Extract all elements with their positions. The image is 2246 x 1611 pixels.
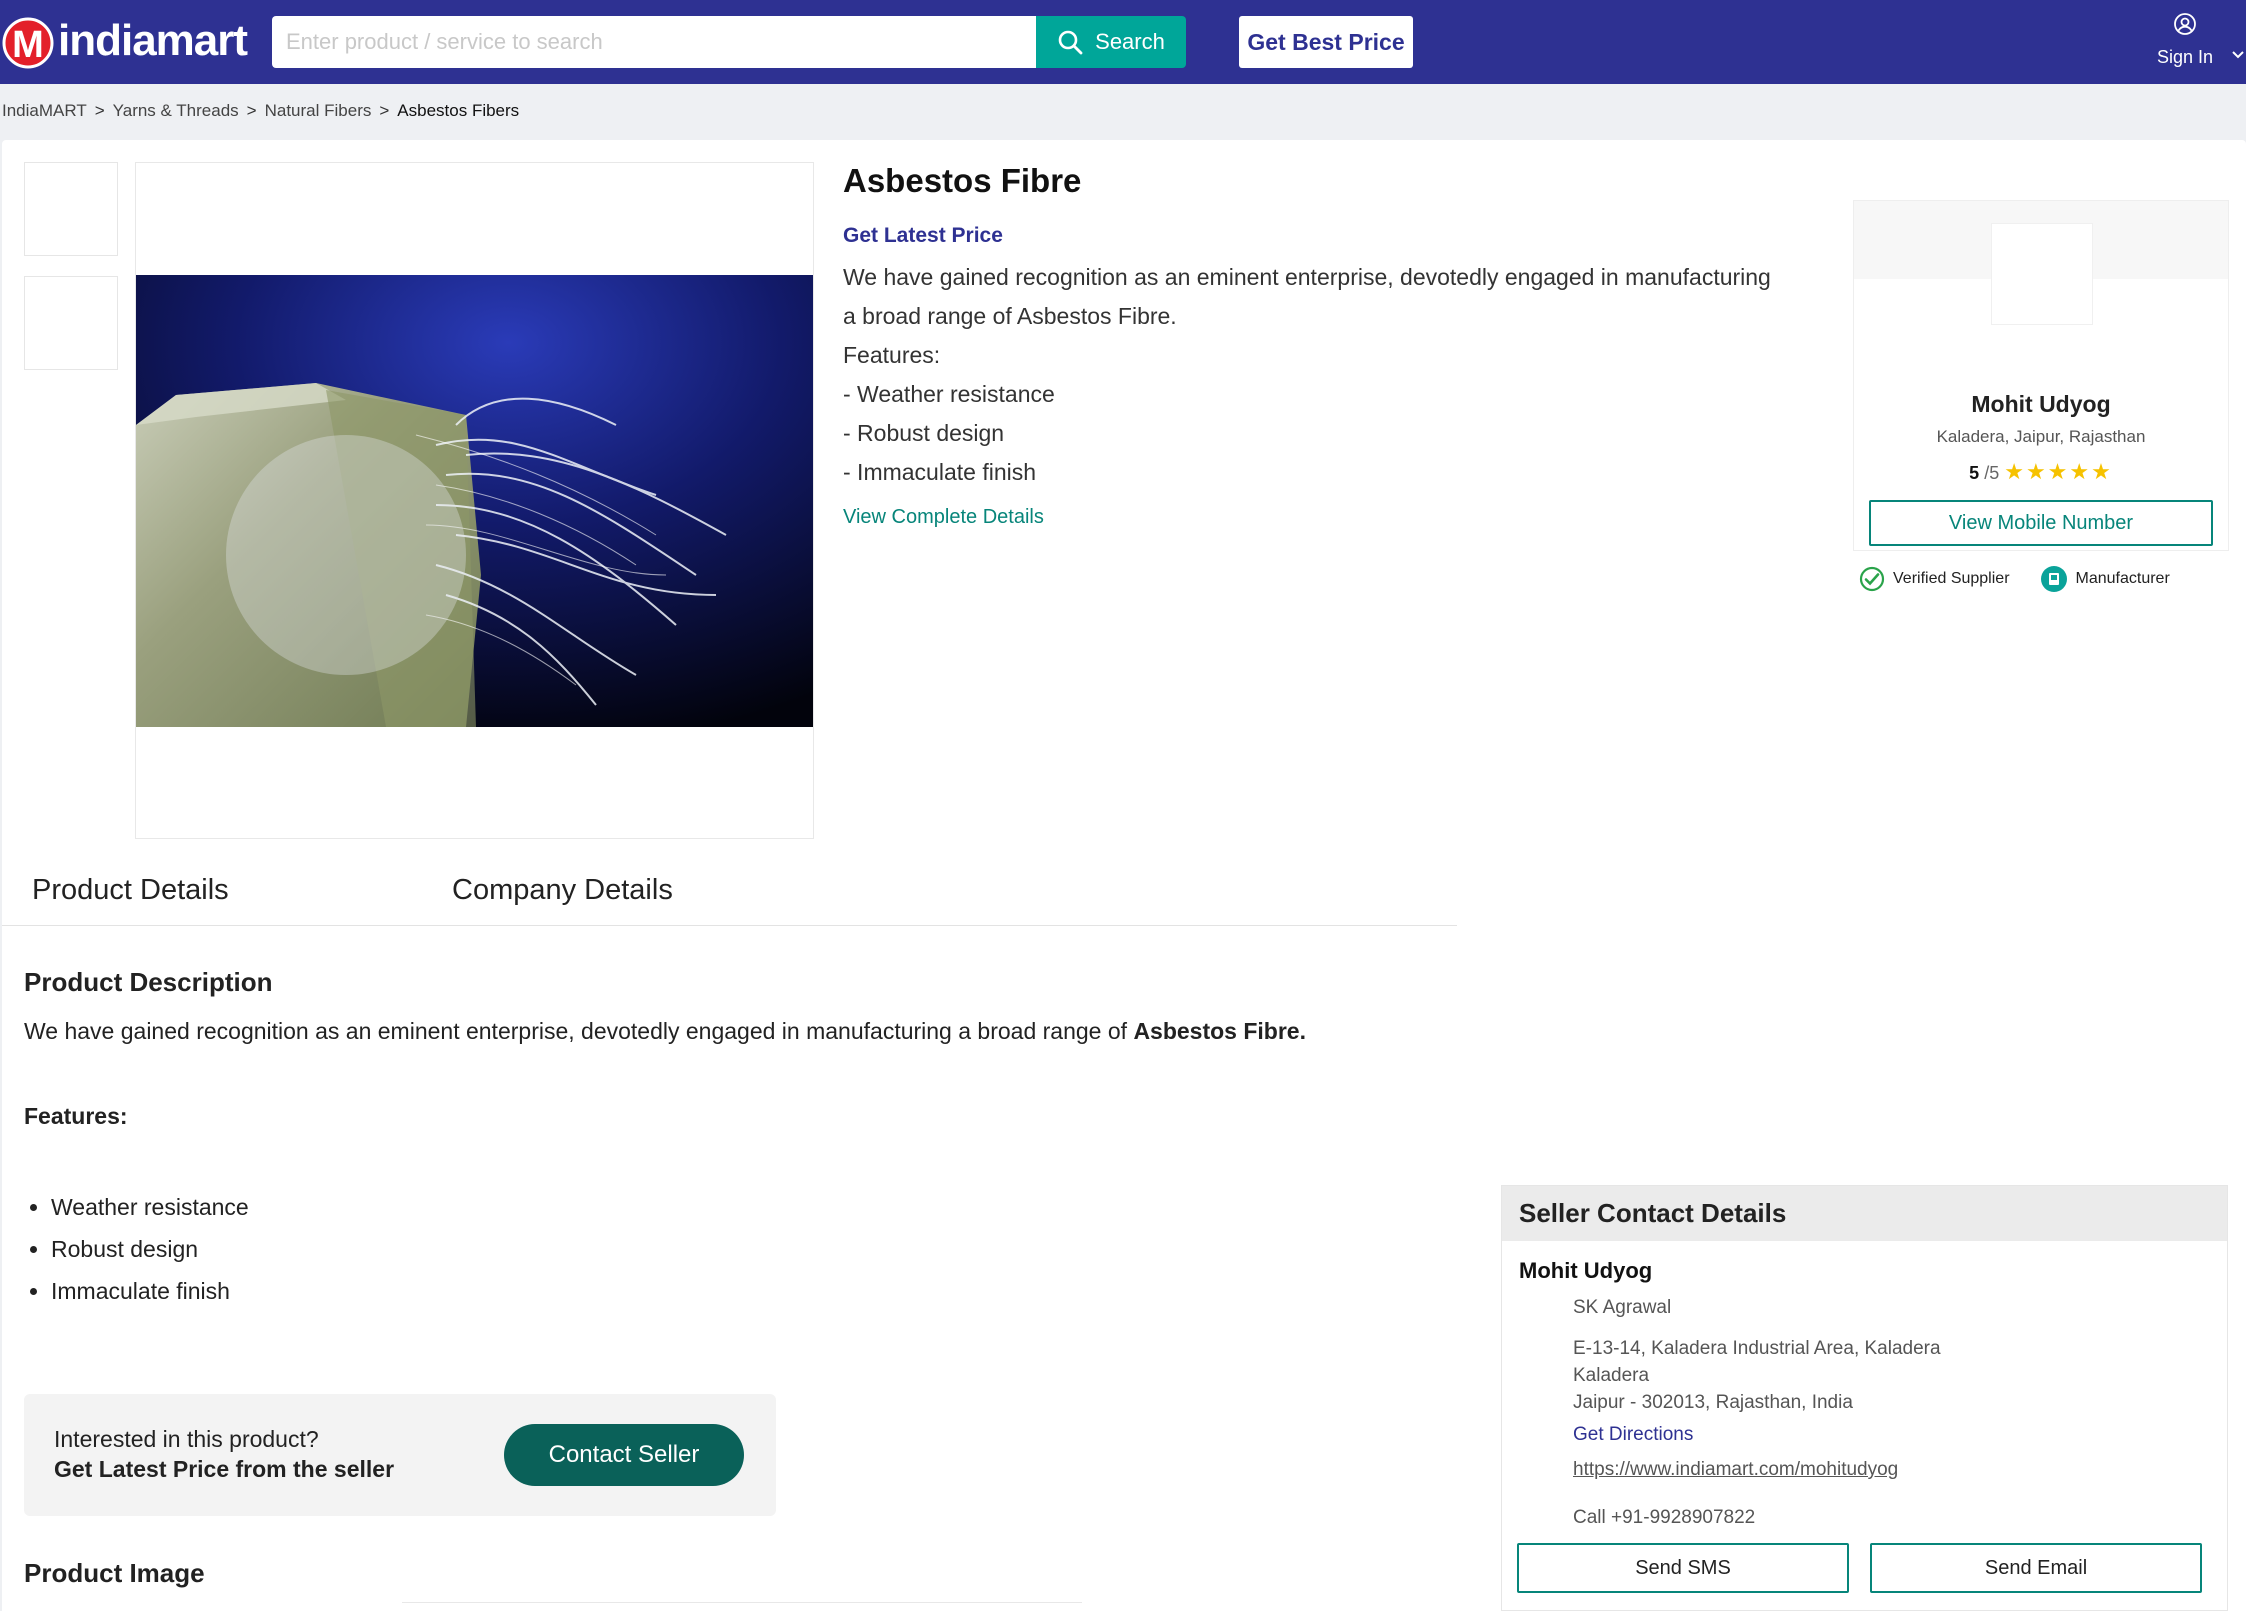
summary-line: a broad range of Asbestos Fibre. [843,303,1177,329]
verified-check-icon [1859,566,1885,592]
description-bold: Asbestos Fibre. [1133,1018,1306,1044]
search-icon [1058,30,1083,55]
contact-seller-button[interactable]: Contact Seller [504,1424,744,1486]
logo-text: indiamart [58,16,248,65]
verified-supplier-badge: Verified Supplier [1859,566,2010,592]
product-image-heading: Product Image [24,1558,205,1588]
summary-feature: - Immaculate finish [843,459,1037,485]
breadcrumb: IndiaMART > Yarns & Threads > Natural Fi… [2,101,519,121]
send-email-button[interactable]: Send Email [1870,1543,2202,1593]
search-button[interactable]: Search [1036,16,1186,68]
address-line: E-13-14, Kaladera Industrial Area, Kalad… [1573,1338,1941,1359]
breadcrumb-item[interactable]: Natural Fibers [265,101,372,121]
seller-logo[interactable] [1991,223,2093,325]
get-directions-link[interactable]: Get Directions [1573,1424,1693,1446]
product-thumbnail[interactable] [24,276,118,370]
detail-tabs: Product Details Company Details [2,855,1457,926]
product-description-text: We have gained recognition as an eminent… [24,1018,1306,1045]
chevron-down-icon[interactable] [2232,50,2244,60]
summary-feature: - Weather resistance [843,381,1055,407]
interest-question: Interested in this product? [54,1426,319,1452]
logo-mark-icon: M [0,13,56,69]
search-bar: Search [272,16,1186,68]
summary-feature: - Robust design [843,420,1005,446]
breadcrumb-separator: > [379,101,390,120]
address-line: Kaladera [1573,1365,1650,1386]
top-header: M indiamart Search Get Best Price Sign I… [0,0,2246,84]
get-best-price-button[interactable]: Get Best Price [1239,16,1413,68]
search-button-label: Search [1095,29,1165,54]
divider [402,1602,1082,1603]
send-sms-button[interactable]: Send SMS [1517,1543,1849,1593]
breadcrumb-current: Asbestos Fibers [397,101,520,120]
feature-item: Weather resistance [30,1186,249,1228]
description-plain: We have gained recognition as an eminent… [24,1018,1134,1044]
product-title: Asbestos Fibre [843,162,1082,199]
rating-value: 5 [1969,463,1980,483]
breadcrumb-separator: > [246,101,257,120]
seller-rating: 5 /5 ★★★★★ [1854,459,2228,485]
seller-badges: Verified Supplier Manufacturer [1859,565,2170,593]
seller-contact-heading: Seller Contact Details [1502,1186,2227,1241]
breadcrumb-item[interactable]: IndiaMART [2,101,87,121]
star-rating-icon: ★★★★★ [2004,459,2113,484]
manufacturer-label: Manufacturer [2075,570,2170,587]
features-list: Weather resistance Robust design Immacul… [30,1186,249,1312]
search-input[interactable] [272,16,1036,68]
manufacturer-icon [2040,566,2067,592]
breadcrumb-separator: > [94,101,105,120]
tab-product-details[interactable]: Product Details [32,874,229,907]
summary-line: We have gained recognition as an eminent… [843,264,1771,290]
get-latest-price-link[interactable]: Get Latest Price [843,224,1003,248]
seller-name[interactable]: Mohit Udyog [1854,391,2228,418]
seller-summary-card: Mohit Udyog Kaladera, Jaipur, Rajasthan … [1853,200,2229,592]
main-image-frame [135,162,814,839]
seller-location: Kaladera, Jaipur, Rajasthan [1936,427,2146,446]
summary-features-label: Features: [843,342,941,368]
product-image[interactable] [136,275,813,727]
svg-text:M: M [12,24,44,66]
contact-address: E-13-14, Kaladera Industrial Area, Kalad… [1573,1335,1941,1416]
product-description-heading: Product Description [24,967,273,997]
address-line: Jaipur - 302013, Rajasthan, India [1573,1392,1853,1413]
breadcrumb-item[interactable]: Yarns & Threads [113,101,239,121]
product-thumbnail[interactable] [24,162,118,256]
rating-scale: /5 [1984,463,2000,483]
feature-item: Robust design [30,1228,249,1270]
feature-item: Immaculate finish [30,1270,249,1312]
view-mobile-number-button[interactable]: View Mobile Number [1869,500,2213,546]
view-complete-details-link[interactable]: View Complete Details [843,506,1044,529]
manufacturer-badge: Manufacturer [2040,565,2170,593]
seller-website-link[interactable]: https://www.indiamart.com/mohitudyog [1573,1459,1898,1481]
user-icon [2174,13,2196,35]
product-summary: We have gained recognition as an eminent… [843,258,1833,492]
asbestos-photo [136,275,813,727]
tab-company-details[interactable]: Company Details [452,874,673,907]
contact-company-name[interactable]: Mohit Udyog [1519,1258,1652,1284]
sign-in-label: Sign In [2156,47,2214,67]
features-heading: Features: [24,1103,128,1129]
sign-in-button[interactable]: Sign In [2140,12,2230,74]
contact-person: SK Agrawal [1573,1297,1672,1318]
indiamart-logo[interactable]: M indiamart [0,10,248,72]
verified-supplier-label: Verified Supplier [1893,570,2010,587]
call-number[interactable]: Call +91-9928907822 [1573,1507,1755,1529]
seller-contact-card: Seller Contact Details Mohit Udyog SK Ag… [1501,1185,2228,1611]
interest-banner: Interested in this product? Get Latest P… [24,1394,776,1516]
interest-cta-text: Get Latest Price from the seller [54,1456,395,1482]
